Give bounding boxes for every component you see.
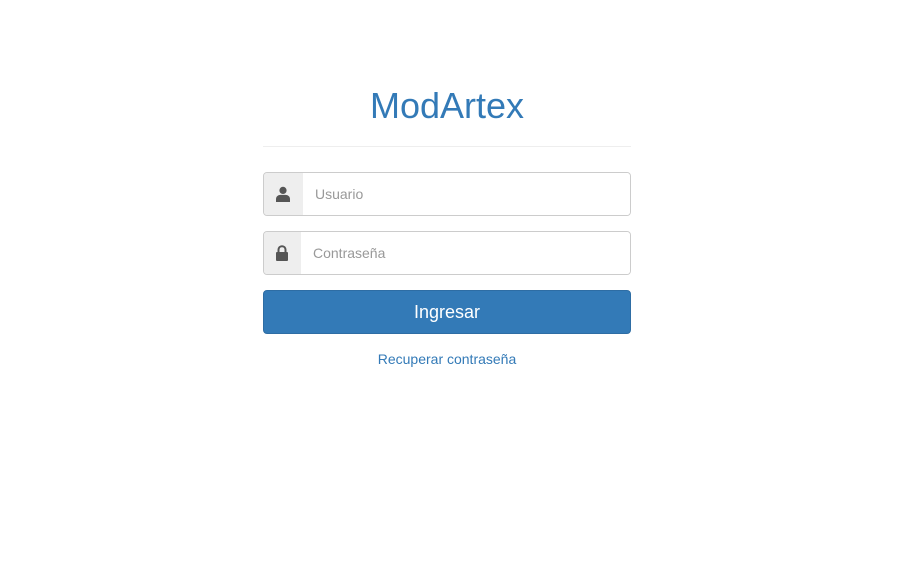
login-button[interactable]: Ingresar: [263, 290, 631, 334]
user-icon: [276, 186, 290, 202]
password-addon: [264, 232, 301, 274]
recover-password-container: Recuperar contraseña: [263, 351, 631, 369]
lock-icon: [276, 245, 288, 261]
login-panel: ModArtex Ingresar Recuperar contra: [263, 80, 631, 369]
username-input-group: [263, 172, 631, 216]
username-addon: [264, 173, 303, 215]
password-input-group: [263, 231, 631, 275]
recover-password-link[interactable]: Recuperar contraseña: [378, 351, 517, 367]
username-input[interactable]: [303, 173, 630, 215]
brand-title: ModArtex: [369, 85, 525, 126]
divider: [263, 146, 631, 147]
login-form: Ingresar: [263, 172, 631, 334]
password-input[interactable]: [301, 232, 630, 274]
